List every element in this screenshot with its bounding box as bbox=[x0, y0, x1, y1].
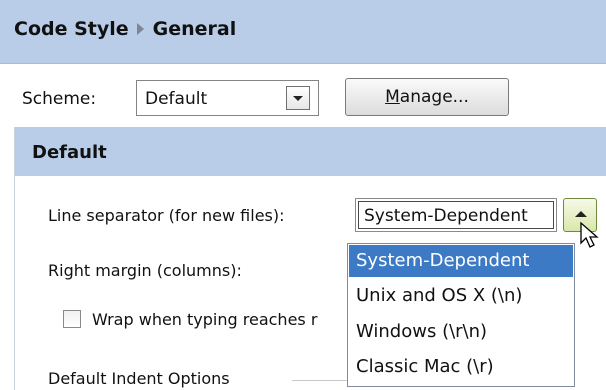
panel-title: Default bbox=[32, 142, 107, 163]
breadcrumb-current: General bbox=[152, 18, 237, 40]
breadcrumb-bar: Code Style General bbox=[0, 0, 606, 64]
scheme-select[interactable]: Default bbox=[136, 80, 319, 116]
line-separator-dropdown-list: System-Dependent Unix and OS X (\n) Wind… bbox=[347, 243, 575, 387]
chevron-down-icon bbox=[293, 96, 303, 101]
indent-group-label: Default Indent Options bbox=[48, 369, 230, 388]
breadcrumb-parent[interactable]: Code Style bbox=[14, 18, 129, 40]
panel-header: Default bbox=[15, 127, 606, 176]
chevron-right-icon bbox=[136, 23, 144, 35]
dropdown-option[interactable]: Unix and OS X (\n) bbox=[349, 280, 573, 312]
chevron-up-icon bbox=[575, 211, 587, 217]
line-separator-focus-ring: System-Dependent bbox=[358, 201, 554, 229]
line-separator-label: Line separator (for new files): bbox=[48, 206, 285, 225]
wrap-checkbox[interactable] bbox=[63, 310, 81, 328]
manage-button[interactable]: Manage... bbox=[345, 78, 509, 116]
group-divider bbox=[292, 380, 352, 381]
scheme-dropdown-button[interactable] bbox=[286, 86, 310, 110]
manage-button-mnemonic: M bbox=[385, 87, 400, 107]
dropdown-option[interactable]: Windows (\r\n) bbox=[349, 316, 573, 348]
right-margin-label: Right margin (columns): bbox=[48, 261, 242, 280]
wrap-checkbox-label[interactable]: Wrap when typing reaches r bbox=[92, 310, 347, 329]
scheme-label: Scheme: bbox=[22, 89, 97, 109]
dropdown-option[interactable]: Classic Mac (\r) bbox=[349, 351, 573, 383]
dropdown-option[interactable]: System-Dependent bbox=[349, 245, 573, 277]
breadcrumb: Code Style General bbox=[14, 18, 236, 40]
line-separator-select[interactable]: System-Dependent bbox=[355, 198, 557, 232]
scheme-select-value: Default bbox=[145, 89, 208, 109]
line-separator-value: System-Dependent bbox=[364, 206, 528, 226]
mouse-pointer-icon bbox=[580, 221, 599, 248]
manage-button-label: anage... bbox=[399, 87, 469, 107]
